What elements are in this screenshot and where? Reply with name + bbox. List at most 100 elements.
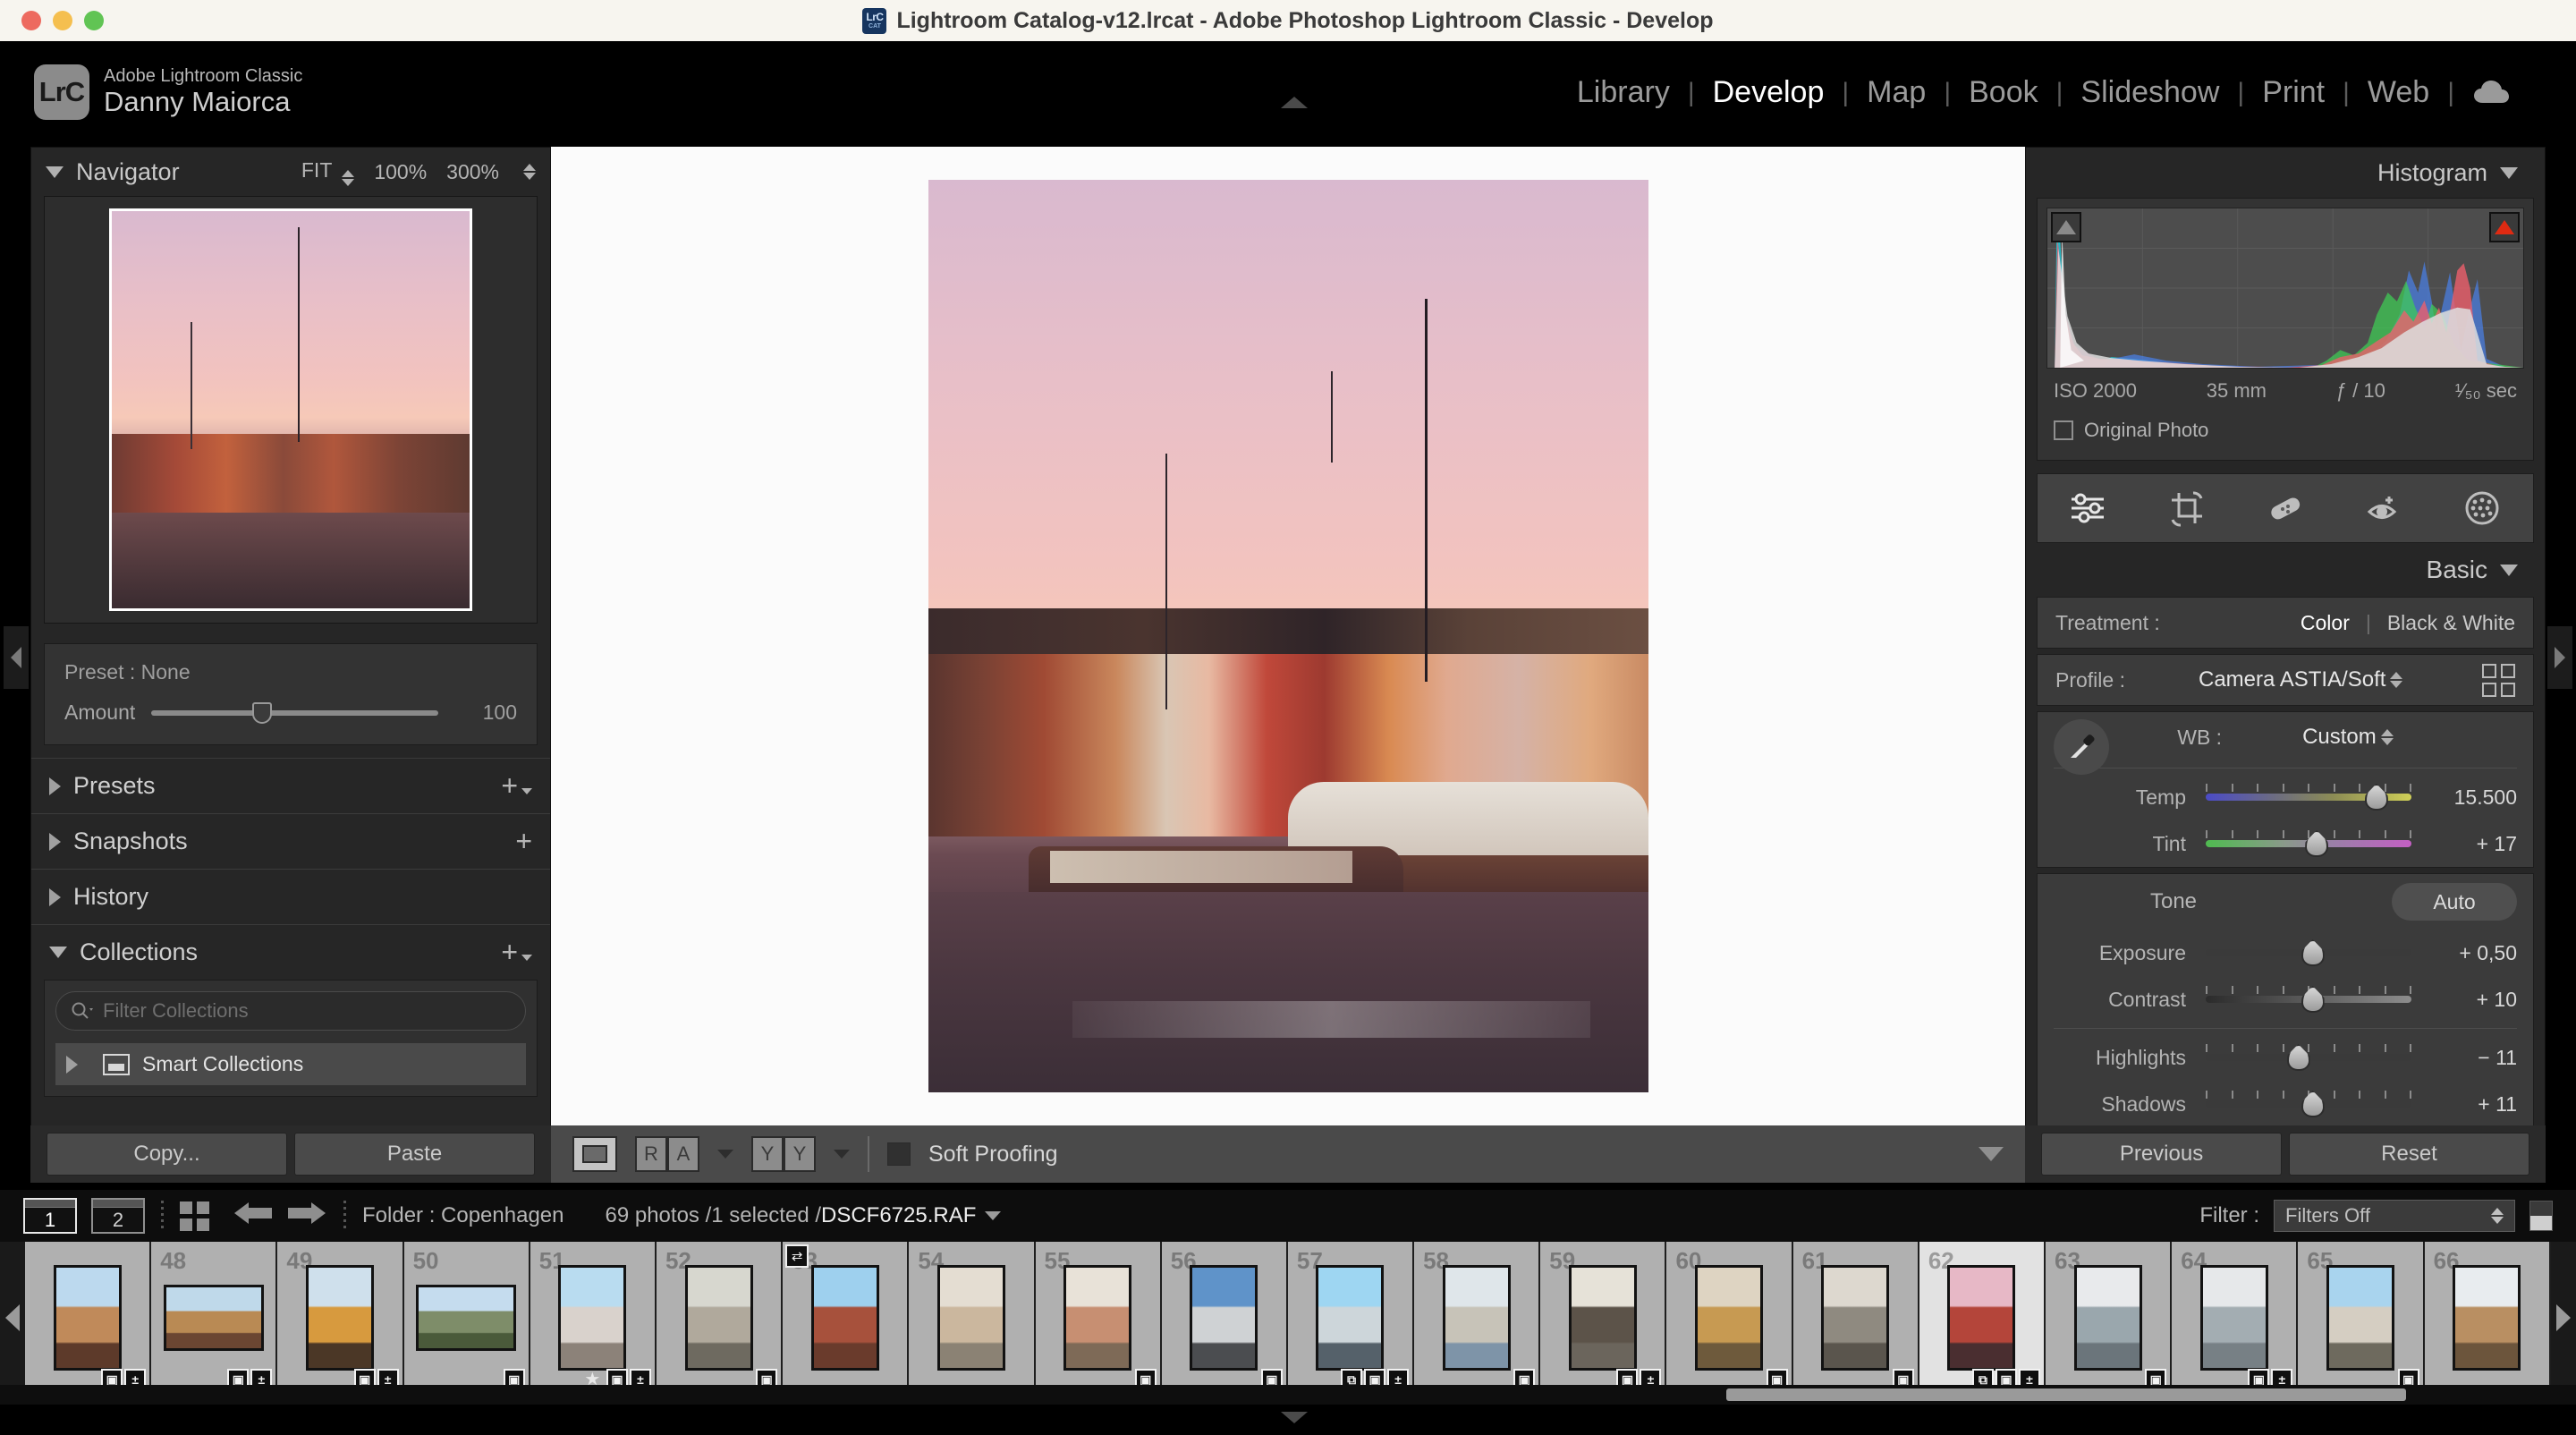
filter-stepper-icon[interactable]	[2491, 1208, 2504, 1224]
right-panel-collapse-arrow[interactable]	[2547, 626, 2572, 689]
navigator-header[interactable]: Navigator FIT 100% 300%	[31, 148, 550, 196]
slider-tint[interactable]: Tint + 17	[2038, 820, 2533, 867]
reset-button[interactable]: Reset	[2289, 1133, 2529, 1176]
chevron-right-icon[interactable]	[66, 1055, 78, 1074]
filmstrip-thumbnail[interactable]: 50 ▣	[403, 1242, 530, 1394]
filmstrip-collapse-arrow[interactable]	[1281, 1412, 1308, 1423]
chevron-down-icon[interactable]	[46, 166, 64, 178]
highlight-clipping-indicator[interactable]	[2489, 212, 2520, 242]
module-slideshow[interactable]: Slideshow	[2063, 75, 2237, 110]
grid-view-icon[interactable]	[180, 1201, 209, 1231]
slider-temp[interactable]: Temp 15.500	[2038, 774, 2533, 820]
filmstrip-thumbnail[interactable]: 61 ▣	[1792, 1242, 1919, 1394]
crop-icon[interactable]	[2165, 487, 2208, 530]
amount-value[interactable]: 100	[454, 701, 517, 725]
top-panel-collapse-arrow[interactable]	[1281, 97, 1308, 108]
amount-slider-knob[interactable]	[251, 701, 272, 724]
filmstrip-thumbnail[interactable]: 54	[909, 1242, 1036, 1394]
slider-shadows-track[interactable]	[2206, 1091, 2411, 1117]
collection-item-smart-collections[interactable]: Smart Collections	[55, 1043, 526, 1085]
traffic-light-buttons[interactable]	[21, 0, 104, 41]
filmstrip-thumbnail[interactable]: 65 ▣	[2298, 1242, 2425, 1394]
original-photo-checkbox-icon[interactable]	[2054, 420, 2073, 440]
develop-photo-preview[interactable]	[928, 180, 1648, 1092]
healing-brush-icon[interactable]	[2264, 487, 2307, 530]
filter-select[interactable]: Filters Off	[2274, 1200, 2515, 1232]
section-snapshots[interactable]: Snapshots +	[31, 813, 550, 869]
minimize-button[interactable]	[53, 11, 72, 30]
section-history[interactable]: History	[31, 869, 550, 924]
close-button[interactable]	[21, 11, 41, 30]
histogram-graph[interactable]	[2046, 208, 2524, 369]
slider-tint-track[interactable]	[2206, 830, 2411, 857]
filmstrip-thumbnail[interactable]: 56 ▣	[1161, 1242, 1288, 1394]
basic-panel-header[interactable]: Basic	[2026, 543, 2545, 597]
filter-enable-toggle[interactable]	[2529, 1201, 2553, 1231]
treatment-color-option[interactable]: Color	[2301, 611, 2350, 635]
section-collections[interactable]: Collections +	[31, 924, 550, 980]
filmstrip-thumbnail[interactable]: 49 ▣ ±	[277, 1242, 404, 1394]
filmstrip[interactable]: ▣±48▣±49▣±50▣51▣±★52▣53⇄5455▣56▣57⧉▣±58▣…	[0, 1242, 2576, 1394]
zoom-100-button[interactable]: 100%	[374, 160, 427, 184]
filmstrip-thumbnail[interactable]: 55 ▣	[1035, 1242, 1162, 1394]
chevron-down-icon[interactable]	[2500, 166, 2518, 179]
module-book[interactable]: Book	[1951, 75, 2056, 110]
filmstrip-thumbnail[interactable]: 59 ▣ ±	[1540, 1242, 1667, 1394]
slider-exposure[interactable]: Exposure + 0,50	[2038, 930, 2533, 976]
zoom-fit-button[interactable]: FIT	[301, 158, 355, 186]
chevron-down-icon[interactable]	[49, 947, 67, 958]
treatment-bw-option[interactable]: Black & White	[2387, 611, 2515, 635]
flag-filter-toggle[interactable]: Y Y	[751, 1136, 816, 1172]
slider-highlights-track[interactable]	[2206, 1044, 2411, 1071]
filmstrip-thumbnail[interactable]: 48 ▣ ±	[151, 1242, 278, 1394]
before-after-chevron-down-icon[interactable]	[717, 1150, 733, 1159]
slider-shadows[interactable]: Shadows + 11	[2038, 1081, 2533, 1127]
slider-contrast[interactable]: Contrast + 10	[2038, 976, 2533, 1023]
slider-contrast-value[interactable]: + 10	[2411, 988, 2517, 1012]
soft-proofing-label[interactable]: Soft Proofing	[928, 1142, 1058, 1168]
module-print[interactable]: Print	[2244, 75, 2343, 110]
filmstrip-thumbnail[interactable]: 62 ⧉ ▣ ±	[1919, 1242, 2046, 1394]
filmstrip-thumbnail[interactable]: 57 ⧉ ▣ ±	[1287, 1242, 1415, 1394]
original-photo-toggle[interactable]: Original Photo	[2046, 408, 2524, 451]
image-canvas[interactable]	[551, 147, 2025, 1125]
filmstrip-thumbnail[interactable]: 64 ▣ ±	[2172, 1242, 2299, 1394]
amount-slider[interactable]	[151, 701, 438, 724]
chevron-right-icon[interactable]	[49, 832, 61, 851]
slider-exposure-value[interactable]: + 0,50	[2411, 941, 2517, 965]
filter-collections-input[interactable]: Filter Collections	[55, 991, 526, 1031]
navigator-preview[interactable]	[44, 196, 538, 624]
zoom-fit-stepper-icon[interactable]	[342, 169, 355, 186]
slider-tint-value[interactable]: + 17	[2411, 832, 2517, 856]
slider-temp-track[interactable]	[2206, 784, 2411, 811]
filmstrip-rotate-badge-icon[interactable]: ⇄	[785, 1244, 809, 1268]
profile-stepper-icon[interactable]	[2390, 672, 2403, 688]
filmstrip-scrollbar[interactable]	[0, 1385, 2576, 1405]
cloud-sync-icon[interactable]	[2454, 80, 2529, 106]
toolbar-collapse-chevron-icon[interactable]	[1979, 1147, 2004, 1161]
module-develop[interactable]: Develop	[1695, 75, 1843, 110]
chevron-right-icon[interactable]	[49, 887, 61, 906]
copy-button[interactable]: Copy...	[47, 1133, 287, 1176]
masking-icon[interactable]	[2461, 487, 2504, 530]
loupe-view-icon[interactable]	[572, 1136, 617, 1172]
soft-proofing-checkbox[interactable]	[887, 1142, 911, 1166]
left-panel-collapse-arrow[interactable]	[4, 626, 29, 689]
filmstrip-thumbnail[interactable]: 52 ▣	[656, 1242, 784, 1394]
profile-value[interactable]: Camera ASTIA/Soft	[2199, 667, 2385, 692]
identity-plate[interactable]: LrC Adobe Lightroom Classic Danny Maiorc…	[34, 64, 302, 120]
filename-chevron-down-icon[interactable]	[985, 1211, 1002, 1220]
previous-button[interactable]: Previous	[2041, 1133, 2282, 1176]
before-after-toggle[interactable]: R A	[635, 1136, 699, 1172]
filmstrip-scroll-left-button[interactable]	[0, 1242, 25, 1394]
filmstrip-thumbnail[interactable]: 51 ▣ ± ★	[530, 1242, 657, 1394]
chevron-right-icon[interactable]	[49, 777, 61, 795]
navigate-back-icon[interactable]	[233, 1198, 274, 1235]
white-balance-selector-icon[interactable]	[2054, 719, 2109, 775]
add-snapshot-button[interactable]: +	[515, 825, 532, 858]
navigate-forward-icon[interactable]	[286, 1198, 327, 1235]
slider-exposure-knob[interactable]	[2301, 939, 2325, 966]
wb-stepper-icon[interactable]	[2380, 729, 2394, 745]
flag-filter-chevron-down-icon[interactable]	[834, 1150, 850, 1159]
filmstrip-thumbnail[interactable]: 58 ▣	[1414, 1242, 1541, 1394]
